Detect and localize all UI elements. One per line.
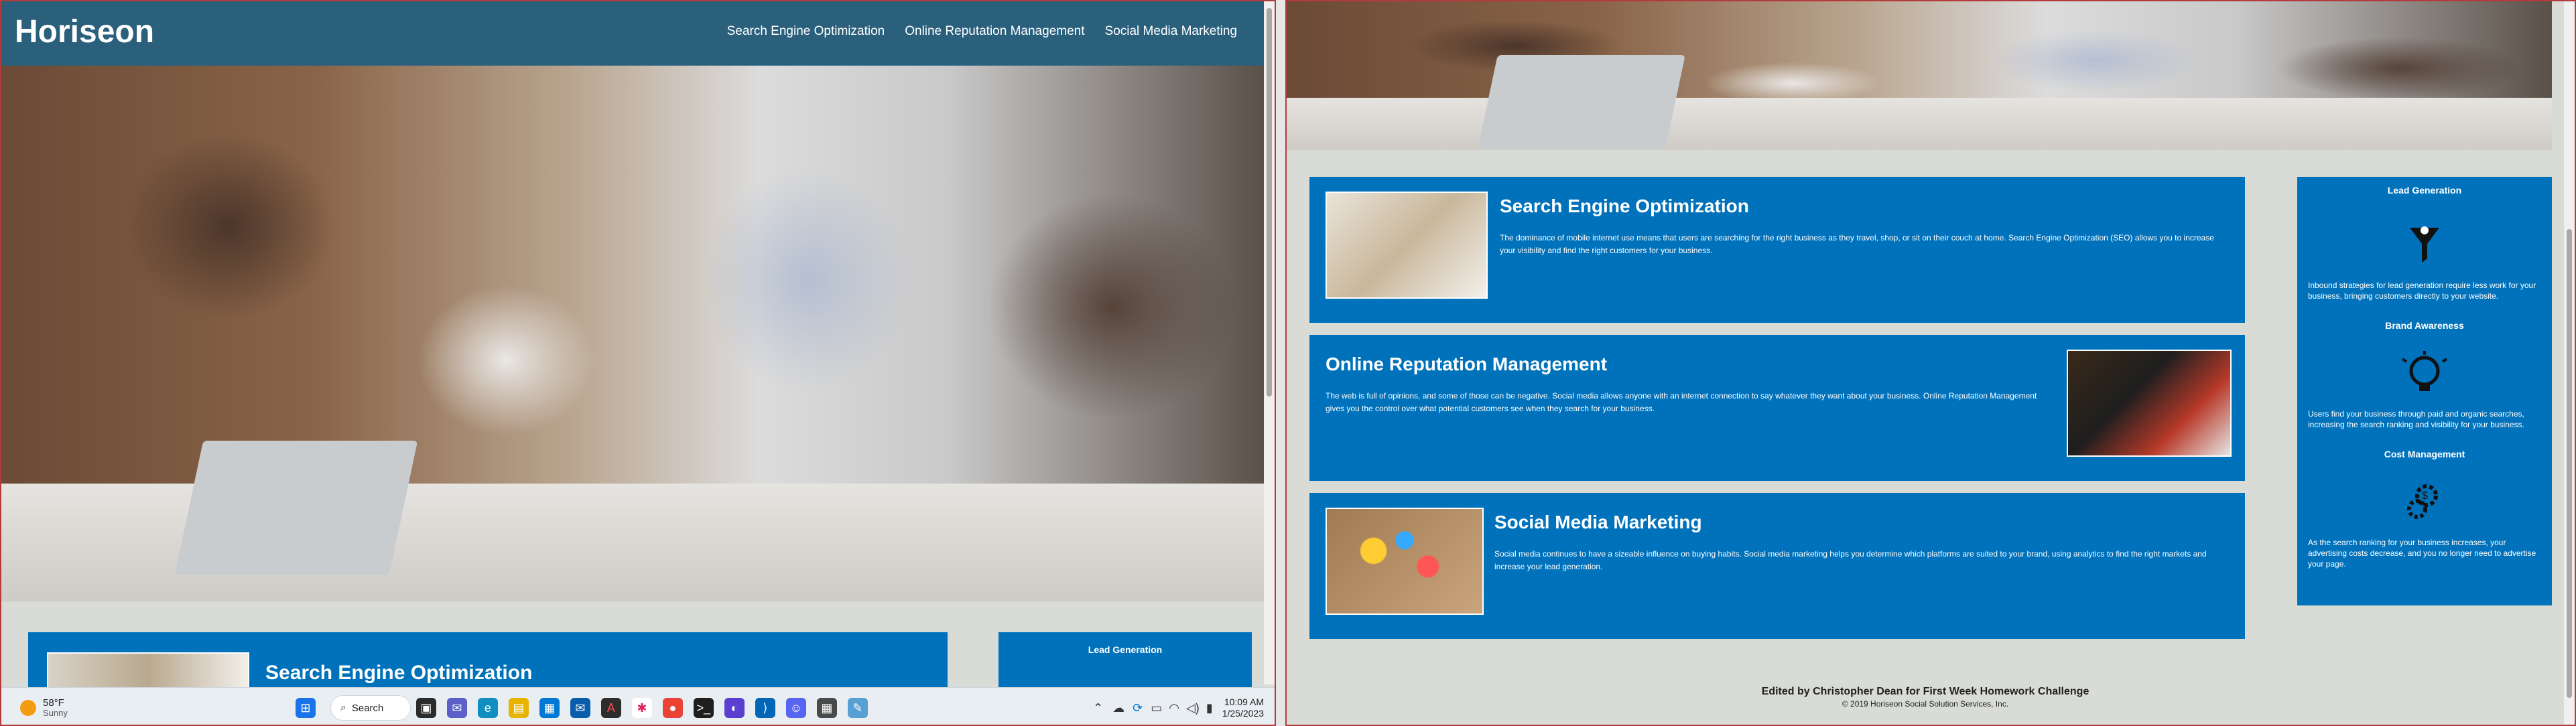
tray-chevron-icon[interactable]: ⌃ [1093,701,1103,715]
weather-text: Sunny [43,708,68,719]
window-divider [1276,0,1285,726]
volume-icon[interactable]: ◁) [1186,701,1200,715]
hero-image [1,66,1264,601]
start-icon[interactable]: ⊞ [295,698,316,718]
file-explorer-icon[interactable]: ▤ [508,698,529,718]
content-card-seo: Search Engine Optimization The dominance… [1309,177,2245,323]
terminal-icon[interactable]: >_ [693,698,714,718]
content-title-orm: Online Reputation Management [1326,354,1608,374]
browser-window-left: Horiseon Search Engine Optimization Onli… [0,0,1276,726]
weather-temp: 58°F [43,697,64,709]
content-card-orm: Online Reputation Management The web is … [1309,335,2245,481]
footer-credit: Edited by Christopher Dean for First Wee… [1761,686,2089,697]
sync-icon[interactable]: ⟳ [1133,701,1143,715]
nav-link-orm[interactable]: Online Reputation Management [905,24,1084,39]
scrollbar-thumb[interactable] [1267,8,1272,396]
site-logo[interactable]: Horiseon [15,13,154,50]
content-text-smm: Social media continues to have a sizeabl… [1494,549,2207,572]
content-title-seo: Search Engine Optimization [265,662,533,684]
content-title-smm: Social Media Marketing [1494,512,1702,532]
content-card-smm: Social Media Marketing Social media cont… [1309,493,2245,639]
benefits-aside: Lead Generation Inbound strategies for l… [2297,177,2552,605]
benefit-text-brand: Users find your business through paid an… [2308,409,2524,429]
store-icon[interactable]: ▦ [539,698,560,718]
content-text-seo: The dominance of mobile internet use mea… [1500,233,2214,256]
search-icon: ⌕ [340,702,346,713]
seo-image [47,652,249,693]
site-nav: Search Engine Optimization Online Reputa… [727,24,1237,39]
benefit-text-cost: As the search ranking for your business … [2308,538,2536,569]
content-title-seo: Search Engine Optimization [1500,196,1749,216]
edge-icon[interactable]: e [477,698,498,718]
smm-image [1326,508,1484,615]
obs-icon[interactable]: ◐ [724,698,745,718]
gears-dollar-icon: $ [2297,478,2552,531]
vscode-icon[interactable]: ⟩ [755,698,775,718]
content-text-orm: The web is full of opinions, and some of… [1326,391,2037,414]
benefits-aside: Lead Generation [999,632,1252,687]
task-view-icon[interactable]: ▣ [415,698,436,718]
slack-icon[interactable]: ✱ [631,698,652,718]
hero-image-bottom [1287,1,2552,150]
benefit-title-lead: Lead Generation [2387,185,2462,196]
clock-date: 1/25/2023 [1222,708,1264,719]
seo-image [1326,192,1488,299]
lightbulb-icon [2297,350,2552,403]
funnel-icon [2297,221,2552,274]
site-header: Horiseon Search Engine Optimization Onli… [1,1,1264,66]
search-label: Search [351,702,384,714]
benefit-text-lead: Inbound strategies for lead generation r… [2308,281,2536,301]
onedrive-icon[interactable]: ☁ [1112,701,1124,715]
content-card-seo: Search Engine Optimization [28,632,948,693]
search-box[interactable]: ⌕ Search [330,695,411,721]
wifi-icon[interactable]: ◠ [1169,701,1179,715]
browser-window-right: Search Engine Optimization The dominance… [1285,0,2576,726]
nav-link-smm[interactable]: Social Media Marketing [1105,24,1237,39]
clock-time: 10:09 AM [1224,697,1264,708]
benefit-title-cost: Cost Management [2384,449,2465,460]
weather-widget[interactable]: 58°F Sunny [43,697,68,719]
orm-image [2067,350,2232,457]
battery-icon[interactable]: ▮ [1206,701,1213,715]
scrollbar[interactable] [1264,1,1275,684]
calculator-icon[interactable]: ▦ [816,698,837,718]
paint-icon[interactable]: ✎ [847,698,868,718]
chat-icon[interactable]: ✉ [446,698,467,718]
mail-icon[interactable]: ✉ [570,698,590,718]
chrome-icon[interactable]: ● [662,698,683,718]
acrobat-icon[interactable]: A [600,698,621,718]
scrollbar[interactable] [2564,1,2575,725]
nav-link-seo[interactable]: Search Engine Optimization [727,24,885,39]
display-icon[interactable]: ▭ [1151,701,1162,715]
taskbar: 58°F Sunny ⊞ ⌕ Search ▣ ✉ e ▤ ▦ ✉ A ✱ ● … [1,687,1275,725]
benefit-title-lead: Lead Generation [1088,644,1163,655]
benefit-title-brand: Brand Awareness [2385,320,2464,332]
clock[interactable]: 10:09 AM 1/25/2023 [1222,697,1264,719]
scrollbar-thumb[interactable] [2567,229,2572,698]
site-footer: Edited by Christopher Dean for First Wee… [1287,686,2564,709]
svg-text:$: $ [2422,490,2428,502]
discord-icon[interactable]: ☺ [785,698,806,718]
footer-copyright: © 2019 Horiseon Social Solution Services… [1842,699,2009,709]
weather-icon[interactable] [20,700,36,716]
